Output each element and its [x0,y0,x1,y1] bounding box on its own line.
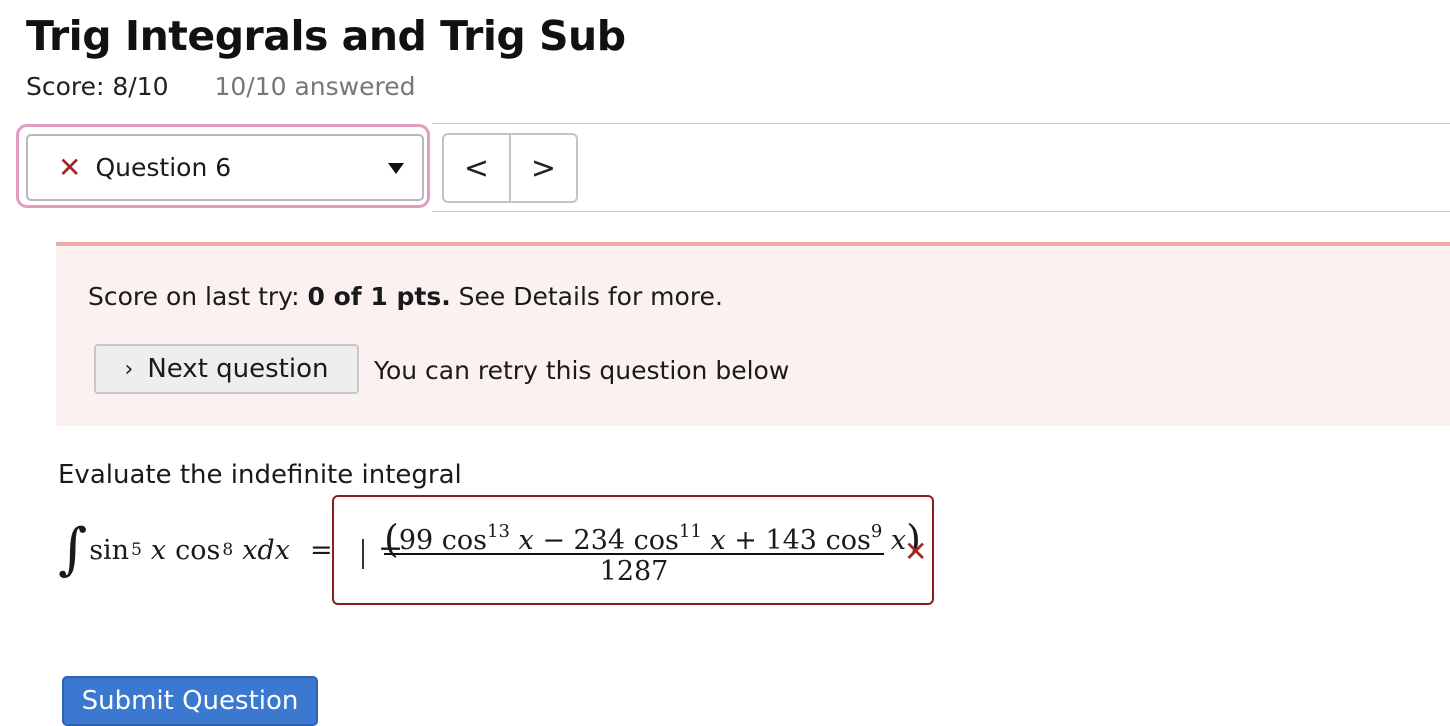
question-select-label: Question 6 [95,153,232,182]
score-text: Score: 8/10 [26,72,169,101]
operator-minus: − [542,525,565,556]
answered-count: 10/10 answered [214,72,416,101]
score-alert: Score on last try: 0 of 1 pts. See Detai… [56,242,1450,426]
answer-fraction: (99 cos13 x − 234 cos11 x + 143 cos9 x) … [384,505,921,589]
alert-score: 0 of 1 pts. [307,282,451,311]
next-question-arrow-button[interactable]: > [511,135,576,201]
equals-sign: = [309,534,333,566]
chevron-right-icon: › [124,356,134,382]
integral-sign-icon: ∫ [58,517,88,582]
page-title: Trig Integrals and Trig Sub [26,12,626,60]
submit-question-button[interactable]: Submit Question [62,676,318,726]
term2-variable: x [710,525,726,556]
sin-exponent: 5 [131,540,142,560]
question-prompt: Evaluate the indefinite integral [58,460,462,490]
alert-message: Score on last try: 0 of 1 pts. See Detai… [88,282,723,311]
cos-exponent: 8 [222,540,234,560]
score-summary: Score: 8/10 10/10 answered [26,72,415,101]
answer-input[interactable]: − (99 cos13 x − 234 cos11 x + 143 cos9 x… [332,495,934,605]
sin-function: sin [89,534,130,566]
next-question-label: Next question [147,354,329,384]
integral-expression: ∫ sin 5 x cos 8 xdx = [58,508,333,592]
sin-variable: x [150,534,167,566]
question-select[interactable]: ✕ Question 6 [26,134,424,201]
alert-prefix: Score on last try: [88,282,308,311]
term2-coefficient: 234 cos [573,525,679,556]
differential: xdx [242,534,290,566]
incorrect-x-icon: ✕ [904,535,928,568]
previous-question-button[interactable]: < [444,135,511,201]
chevron-left-icon: < [463,150,490,186]
operator-plus: + [734,525,757,556]
next-question-button[interactable]: › Next question [94,344,359,394]
answer-denominator: 1287 [599,556,669,587]
retry-message: You can retry this question below [374,356,790,385]
x-icon: ✕ [58,150,82,184]
chevron-right-icon: > [530,150,557,186]
term2-exponent: 11 [678,521,702,542]
caret-down-icon [388,163,404,174]
alert-suffix: See Details for more. [450,282,723,311]
nav-divider-bottom [432,211,1450,212]
cos-function: cos [175,534,221,566]
text-cursor [362,539,364,569]
question-nav-group: < > [442,133,578,203]
term1-variable: x [518,525,534,556]
left-paren: ( [384,517,399,561]
term3-exponent: 9 [870,521,883,542]
nav-divider-top [432,123,1450,124]
answer-numerator: (99 cos13 x − 234 cos11 x + 143 cos9 x) [384,505,921,561]
term1-coefficient: 99 cos [398,525,487,556]
term3-coefficient: 143 cos [765,525,871,556]
term1-exponent: 13 [487,521,510,542]
